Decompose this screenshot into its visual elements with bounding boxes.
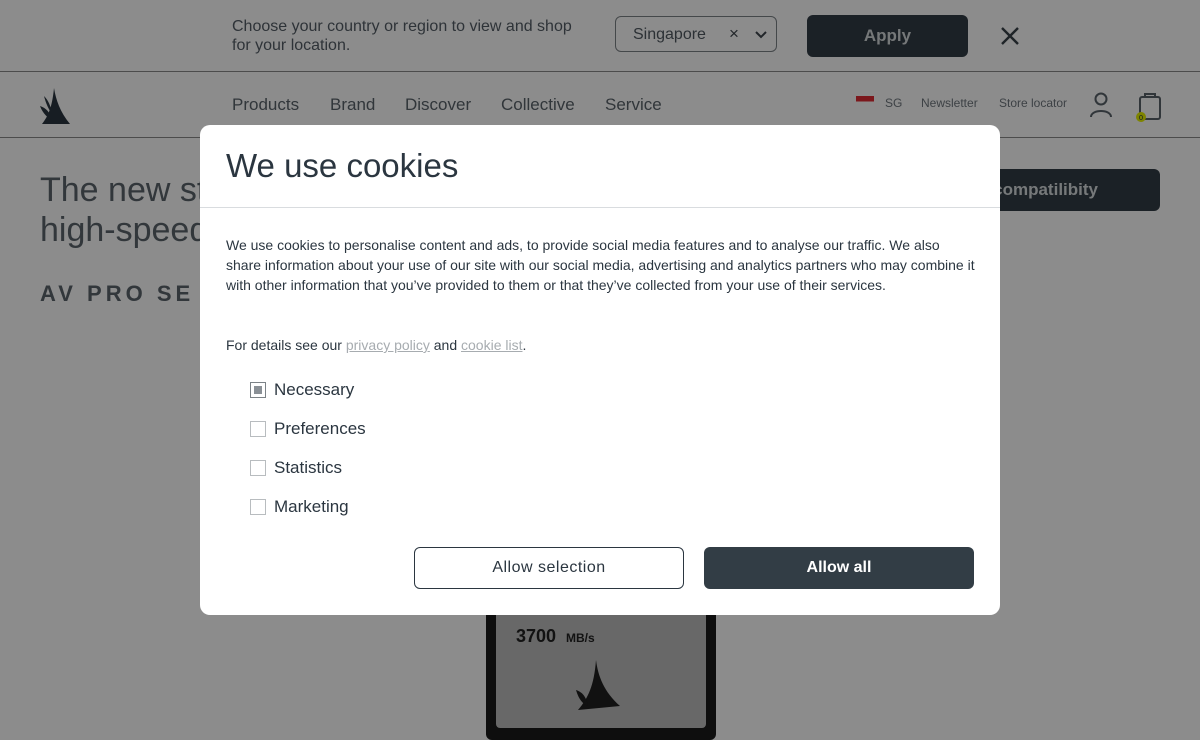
allow-selection-button[interactable]: Allow selection [414, 547, 684, 589]
checkbox[interactable] [250, 421, 266, 437]
privacy-policy-link[interactable]: privacy policy [346, 337, 430, 353]
cookie-list-link[interactable]: cookie list [461, 337, 522, 353]
option-label: Marketing [274, 497, 349, 516]
checkbox[interactable] [250, 382, 266, 398]
divider [200, 207, 1000, 208]
details-period: . [522, 337, 527, 353]
checkbox[interactable] [250, 499, 266, 515]
checkbox[interactable] [250, 460, 266, 476]
page: Choose your country or region to view an… [0, 0, 1200, 740]
option-label: Statistics [274, 458, 343, 477]
details-and: and [433, 337, 458, 353]
cookie-details-text: For details see our privacy policy and c… [226, 335, 526, 355]
details-prefix: For details see our [226, 337, 342, 353]
cookie-dialog-title: We use cookies [226, 147, 459, 184]
allow-all-button[interactable]: Allow all [704, 547, 974, 589]
option-label: Preferences [274, 419, 366, 438]
cookie-dialog-body: We use cookies to personalise content an… [226, 237, 975, 293]
option-label: Necessary [274, 380, 355, 399]
cookie-consent-dialog: We use cookies We use cookies to persona… [200, 125, 1000, 615]
